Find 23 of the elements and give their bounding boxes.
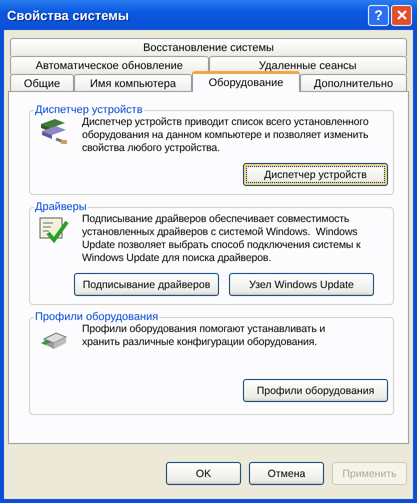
tab[interactable]: Имя компьютера	[74, 74, 192, 92]
button[interactable]: Узел Windows Update	[229, 273, 374, 296]
group-description: Профили оборудования помогают устанавливать и хранить различные конфигурации оборудования.	[82, 323, 326, 349]
group-description: Подписывание драйверов обеспечивает совместимость установленных драйверов с системой Windows. Windows Update позволяет выбрать способ подключения системы к Windows Update для поиска драйверов.	[82, 213, 362, 265]
tab[interactable]: Дополнительно	[300, 74, 407, 92]
group-description: Диспетчер устройств приводит список всего установленного оборудования на данном компьютере и позволяет изменить свойства любого устройства.	[82, 116, 370, 155]
tab[interactable]: Удаленные сеансы	[208, 56, 407, 74]
group-title: Профили оборудования	[34, 311, 160, 323]
button[interactable]: Диспетчер устройств	[243, 163, 388, 186]
tab[interactable]: Общие	[10, 74, 74, 92]
button[interactable]: Профили оборудования	[243, 379, 388, 402]
window-title: Свойства системы	[7, 8, 130, 22]
group-title: Драйверы	[34, 201, 88, 213]
close-button[interactable]	[391, 4, 412, 26]
close-icon	[396, 9, 408, 21]
tab[interactable]: Оборудование	[192, 71, 300, 92]
tab[interactable]: Восстановление системы	[10, 38, 407, 56]
help-button[interactable]: ?	[368, 4, 389, 26]
dialog-button[interactable]: Отмена	[249, 462, 324, 485]
group-title: Диспетчер устройств	[34, 104, 144, 116]
button[interactable]: Подписывание драйверов	[74, 273, 219, 296]
dialog-button[interactable]: OK	[166, 462, 241, 485]
tab[interactable]: Автоматическое обновление	[10, 56, 208, 74]
